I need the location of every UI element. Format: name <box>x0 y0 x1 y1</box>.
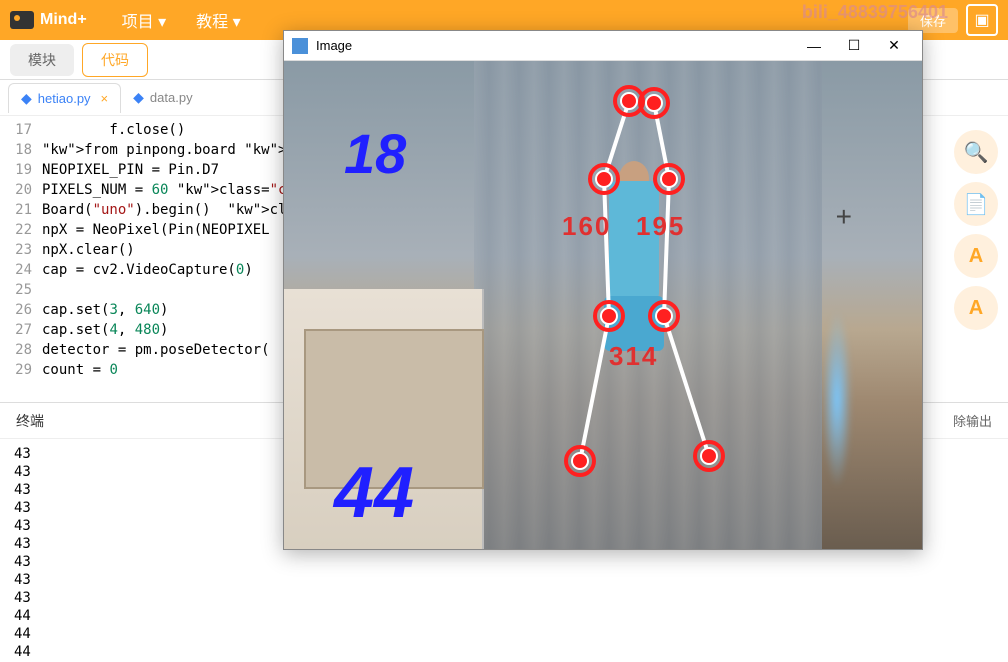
overlay-count-lower: 44 <box>334 452 414 534</box>
image-window: Image — ☐ ✕ 18 44 160 195 314 + <box>283 30 923 550</box>
terminal-title: 终端 <box>16 411 44 431</box>
overlay-angle-left: 160 <box>562 211 611 242</box>
minimize-button[interactable]: — <box>794 33 834 59</box>
maximize-button[interactable]: ☐ <box>834 33 874 59</box>
overlay-angle-mid: 314 <box>609 341 658 372</box>
tool-font-down[interactable]: A <box>954 286 998 330</box>
tool-search[interactable]: 🔍 <box>954 130 998 174</box>
menu-project[interactable]: 项目 ▾ <box>107 8 181 32</box>
terminal-clear[interactable]: 除输出 <box>953 411 992 430</box>
overlay-count-upper: 18 <box>344 121 406 186</box>
overlay-angle-right: 195 <box>636 211 685 242</box>
tab-block[interactable]: 模块 <box>10 44 74 76</box>
menu-tutorial[interactable]: 教程 ▾ <box>181 8 255 32</box>
close-icon[interactable]: × <box>101 91 109 106</box>
watermark: bili_48839756401 <box>802 2 948 23</box>
file-tab-hetiao[interactable]: ◆ hetiao.py × <box>8 83 121 113</box>
file-tab-label: hetiao.py <box>38 91 91 106</box>
python-icon: ◆ <box>133 89 144 106</box>
app-name: Mind+ <box>40 11 87 29</box>
logo-icon <box>10 11 34 29</box>
crosshair-icon: + <box>836 201 852 233</box>
file-tab-label: data.py <box>150 90 193 105</box>
python-icon: ◆ <box>21 90 32 107</box>
image-canvas: 18 44 160 195 314 + <box>284 61 922 549</box>
window-title: Image <box>316 38 794 53</box>
main-menu: 项目 ▾ 教程 ▾ <box>107 8 256 32</box>
tool-font-up[interactable]: A <box>954 234 998 278</box>
tab-code[interactable]: 代码 <box>82 43 148 77</box>
file-tab-data[interactable]: ◆ data.py <box>121 83 204 112</box>
app-logo: Mind+ <box>10 11 87 29</box>
mode-icon[interactable]: ▣ <box>966 4 998 36</box>
gutter: 17181920212223242526272829 <box>0 120 42 402</box>
right-toolbar: 🔍 📄 A A <box>954 130 1004 330</box>
tool-doc[interactable]: 📄 <box>954 182 998 226</box>
window-titlebar[interactable]: Image — ☐ ✕ <box>284 31 922 61</box>
window-controls: — ☐ ✕ <box>794 33 914 59</box>
close-button[interactable]: ✕ <box>874 33 914 59</box>
window-icon <box>292 38 308 54</box>
